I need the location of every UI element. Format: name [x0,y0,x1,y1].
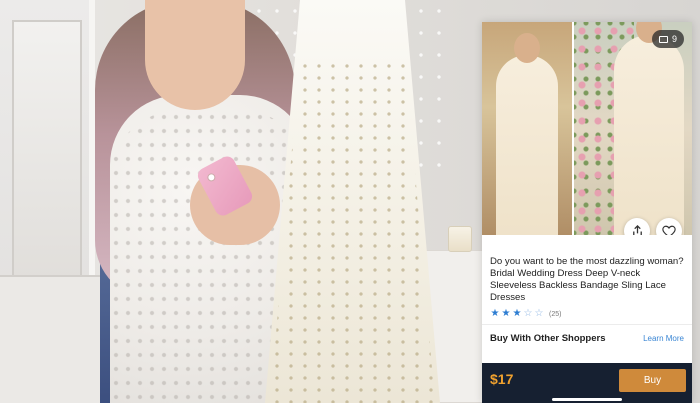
product-photo-2[interactable] [574,22,692,235]
shelf [0,275,100,403]
divider [482,324,692,325]
learn-more-link[interactable]: Learn More [643,334,684,343]
share-icon [632,224,642,235]
rating-count: (25) [549,310,562,318]
image-count-badge[interactable]: 9 [651,30,684,48]
model-figure [614,22,684,235]
product-info: Do you want to be the most dazzling woma… [490,256,686,319]
model-head [514,33,540,63]
image-stack-icon [658,35,668,43]
image-count: 9 [671,34,677,44]
star-icon: ★ [501,308,511,319]
home-indicator [552,398,622,401]
star-empty-icon: ☆ [534,308,544,319]
star-empty-icon: ☆ [523,308,533,319]
buy-button[interactable]: Buy [619,369,686,392]
product-gallery[interactable]: 9 [482,22,692,235]
star-icon: ★ [512,308,522,319]
product-photo-1[interactable] [482,22,572,235]
rating: ★ ★ ★ ☆ ☆ (25) [490,309,686,319]
price: $17 [490,371,514,387]
purchase-footer: $17 Buy [482,363,692,403]
person-face [145,0,245,110]
star-icon: ★ [490,308,500,319]
video-frame: 9 Do you want to be the most dazzling wo… [0,0,700,403]
candle [448,226,472,252]
product-card[interactable]: 9 Do you want to be the most dazzling wo… [482,22,692,403]
section-title: Buy With Other Shoppers [490,333,606,344]
product-title[interactable]: Do you want to be the most dazzling woma… [490,256,686,304]
phone-camera [205,171,217,183]
model-figure [496,29,558,235]
heart-icon [662,225,676,235]
